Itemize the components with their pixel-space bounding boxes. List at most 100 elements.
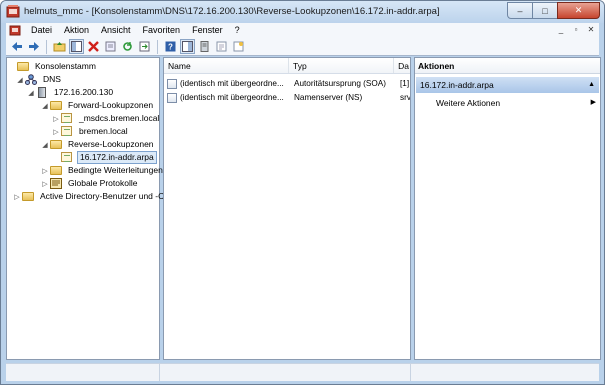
tree-item-label: Globale Protokolle (68, 178, 138, 188)
folder-icon (22, 191, 35, 202)
tree-item-bremen-zone[interactable]: ▷ bremen.local (52, 125, 130, 138)
title-bar[interactable]: helmuts_mmc - [Konsolenstamm\DNS\172.16.… (1, 1, 604, 23)
tree-expander[interactable]: ▷ (13, 193, 21, 201)
actions-pane: Aktionen 16.172.in-addr.arpa ▲ Weitere A… (414, 57, 601, 360)
tree-item-label: Bedingte Weiterleitungen (68, 165, 163, 175)
menu-aktion[interactable]: Aktion (58, 23, 95, 38)
toolbar-separator (46, 39, 47, 54)
column-header-name[interactable]: Name (164, 58, 289, 73)
actions-header: Aktionen (415, 58, 600, 74)
tree-item-forward-lookupzonen[interactable]: ◢ Forward-Lookupzonen (41, 99, 155, 112)
dns-zone-icon (61, 126, 74, 137)
help-icon[interactable]: ? (163, 39, 178, 54)
record-icon (167, 78, 177, 89)
show-hide-tree-icon[interactable] (69, 39, 84, 54)
window-title: helmuts_mmc - [Konsolenstamm\DNS\172.16.… (24, 6, 440, 17)
menu-fenster[interactable]: Fenster (186, 23, 229, 38)
status-segment (6, 364, 160, 381)
actions-group-label: 16.172.in-addr.arpa (420, 80, 494, 90)
tree-item-active-directory[interactable]: ▷ Active Directory-Benutzer und -C (13, 190, 166, 203)
tree-item-konsolenstamm[interactable]: Konsolenstamm (8, 60, 98, 73)
records-list-pane[interactable]: Name Typ Da (identisch mit übergeordne..… (163, 57, 411, 360)
status-segment (160, 364, 411, 381)
collapse-icon[interactable]: ▲ (588, 77, 595, 93)
refresh-icon[interactable] (120, 39, 135, 54)
svg-text:?: ? (168, 43, 173, 52)
child-close-button[interactable]: ✕ (585, 24, 597, 36)
back-icon[interactable] (9, 39, 24, 54)
window-controls: – □ ✕ (507, 2, 600, 20)
child-restore-button[interactable]: ▫ (570, 24, 582, 36)
column-header-daten[interactable]: Da (394, 58, 410, 73)
menu-help[interactable]: ? (229, 23, 246, 38)
toolbar: ? (6, 38, 599, 56)
tree-expander[interactable]: ▷ (41, 167, 49, 175)
mmc-window: helmuts_mmc - [Konsolenstamm\DNS\172.16.… (0, 0, 605, 385)
menu-datei[interactable]: Datei (25, 23, 58, 38)
server-icon (36, 87, 49, 98)
event-log-icon (50, 178, 63, 189)
table-row[interactable]: (identisch mit übergeordne... Namenserve… (164, 91, 410, 104)
tree-expander[interactable]: ◢ (41, 102, 49, 110)
record-type: Namenserver (NS) (294, 93, 363, 102)
tree-item-label: Active Directory-Benutzer und -C (40, 191, 165, 201)
maximize-button[interactable]: □ (532, 2, 558, 19)
toolbar-separator (157, 39, 158, 54)
dns-zone-icon (61, 152, 74, 163)
export-icon[interactable] (137, 39, 152, 54)
record-data: srv (400, 93, 410, 102)
submenu-arrow-icon: ▶ (590, 99, 596, 106)
child-window-controls: _ ▫ ✕ (555, 24, 597, 36)
new-record-icon[interactable] (231, 39, 246, 54)
dns-zone-icon (61, 113, 74, 124)
minimize-button[interactable]: – (507, 2, 533, 19)
delete-icon[interactable] (86, 39, 101, 54)
tree-item-label: 172.16.200.130 (54, 87, 114, 97)
tree-item-bedingte-weiterleitungen[interactable]: ▷ Bedingte Weiterleitungen (41, 164, 165, 177)
tree-item-globale-protokolle[interactable]: ▷ Globale Protokolle (41, 177, 139, 190)
mmc-menu-icon[interactable] (9, 25, 21, 36)
actions-group-zone[interactable]: 16.172.in-addr.arpa ▲ (416, 77, 599, 93)
tree-item-reverse-zone[interactable]: 16.172.in-addr.arpa (52, 151, 157, 164)
tree-item-dns[interactable]: ◢ DNS (16, 73, 63, 86)
tree-expander[interactable]: ▷ (41, 180, 49, 188)
tree-item-label: DNS (43, 74, 61, 84)
tree-item-label: _msdcs.bremen.local (79, 113, 160, 123)
up-folder-icon[interactable] (52, 39, 67, 54)
child-minimize-button[interactable]: _ (555, 24, 567, 36)
folder-icon (50, 100, 63, 111)
console-tree-pane[interactable]: Konsolenstamm ◢ DNS ◢ 172.16.200.130 ◢ F… (6, 57, 164, 360)
close-button[interactable]: ✕ (557, 2, 600, 19)
menu-favoriten[interactable]: Favoriten (137, 23, 187, 38)
tree-expander[interactable]: ◢ (41, 141, 49, 149)
tree-expander[interactable]: ▷ (52, 115, 60, 123)
action-more-actions[interactable]: Weitere Aktionen ▶ (436, 97, 596, 109)
record-type: Autoritätsursprung (SOA) (294, 79, 386, 88)
properties-icon[interactable] (103, 39, 118, 54)
menu-bar: Datei Aktion Ansicht Favoriten Fenster ?… (6, 23, 599, 38)
zone-icon[interactable] (214, 39, 229, 54)
action-pane-icon[interactable] (180, 39, 195, 54)
tree-item-msdcs-zone[interactable]: ▷ _msdcs.bremen.local (52, 112, 161, 125)
tree-item-server[interactable]: ◢ 172.16.200.130 (27, 86, 115, 99)
tree-expander[interactable]: ◢ (27, 89, 35, 97)
folder-icon (17, 61, 30, 72)
tree-expander[interactable]: ◢ (16, 76, 24, 84)
tree-item-label: bremen.local (79, 126, 128, 136)
menu-ansicht[interactable]: Ansicht (95, 23, 137, 38)
server-icon[interactable] (197, 39, 212, 54)
status-segment (411, 364, 599, 381)
tree-expander[interactable]: ▷ (52, 128, 60, 136)
record-name: (identisch mit übergeordne... (180, 79, 284, 88)
record-name: (identisch mit übergeordne... (180, 93, 284, 102)
tree-item-label: 16.172.in-addr.arpa (77, 151, 157, 164)
column-header-typ[interactable]: Typ (289, 58, 395, 73)
forward-icon[interactable] (26, 39, 41, 54)
tree-item-reverse-lookupzonen[interactable]: ◢ Reverse-Lookupzonen (41, 138, 156, 151)
table-row[interactable]: (identisch mit übergeordne... Autoritäts… (164, 77, 410, 90)
folder-icon (50, 139, 63, 150)
tree-item-label: Forward-Lookupzonen (68, 100, 154, 110)
tree-item-label: Konsolenstamm (35, 61, 96, 71)
folder-icon (50, 165, 63, 176)
list-header: Name Typ Da (164, 58, 410, 74)
